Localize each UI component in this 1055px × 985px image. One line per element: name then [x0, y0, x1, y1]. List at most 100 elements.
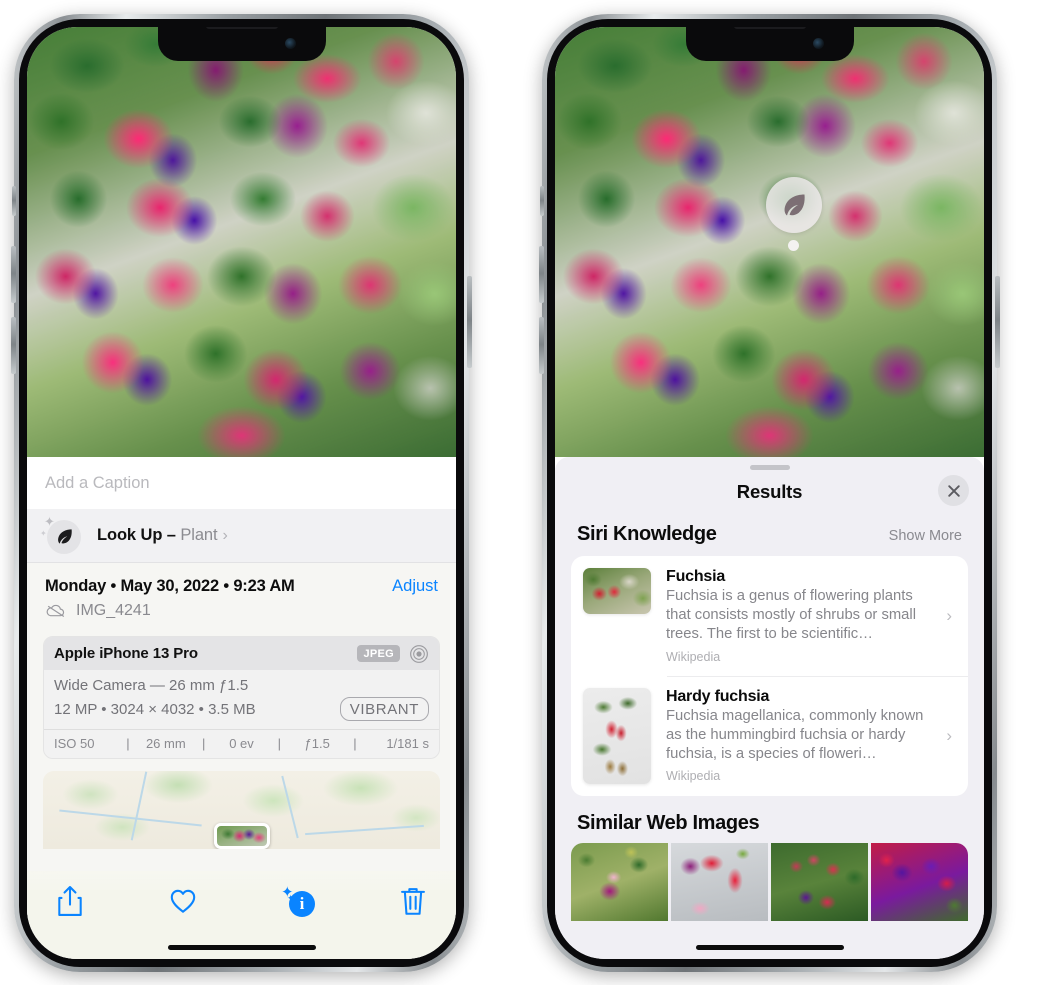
photo-info-sheet: Add a Caption ✦ ✦ Look Up – Plant › Mond… — [27, 457, 456, 959]
sparkle-small-icon: ✦ — [40, 528, 47, 538]
icloud-slash-icon — [46, 604, 65, 617]
exif-focal: 26 mm — [145, 736, 186, 751]
right-phone: Results Siri Knowledge Show More Fuchsia… — [539, 14, 1000, 972]
right-screen: Results Siri Knowledge Show More Fuchsia… — [555, 27, 984, 959]
visual-lookup-badge[interactable] — [766, 177, 822, 233]
camera-card-header: Apple iPhone 13 Pro JPEG — [44, 637, 439, 670]
knowledge-thumbnail — [583, 568, 651, 614]
photo-viewer[interactable] — [27, 27, 456, 457]
knowledge-body: Fuchsia Fuchsia is a genus of flowering … — [666, 568, 944, 664]
show-more-button[interactable]: Show More — [889, 528, 962, 544]
look-up-row[interactable]: ✦ ✦ Look Up – Plant › — [27, 509, 456, 563]
results-title: Results — [736, 481, 803, 502]
power-button[interactable] — [467, 276, 472, 368]
camera-model: Apple iPhone 13 Pro — [54, 645, 198, 662]
notch — [685, 27, 854, 61]
caption-placeholder: Add a Caption — [45, 473, 150, 492]
power-button[interactable] — [995, 276, 1000, 368]
web-image-thumbnail[interactable] — [771, 842, 868, 921]
knowledge-title: Hardy fuchsia — [666, 687, 770, 705]
knowledge-description: Fuchsia magellanica, commonly known as t… — [666, 707, 924, 763]
info-button[interactable]: ✦ ✦ i — [281, 884, 315, 918]
list-item[interactable]: Fuchsia Fuchsia is a genus of flowering … — [571, 556, 968, 676]
look-up-label: Look Up – Plant — [97, 526, 218, 545]
knowledge-description: Fuchsia is a genus of flowering plants t… — [666, 588, 916, 643]
volume-down-button[interactable] — [11, 317, 16, 374]
web-image-thumbnail[interactable] — [871, 842, 968, 921]
photographic-style-badge: VIBRANT — [339, 697, 429, 721]
similar-web-images-header: Similar Web Images — [555, 796, 984, 843]
trash-icon — [401, 888, 425, 915]
camera-info-card[interactable]: Apple iPhone 13 Pro JPEG Wide Camera — 2… — [43, 636, 440, 759]
info-icon: i — [289, 891, 315, 917]
close-icon — [947, 484, 960, 497]
photo-filename: IMG_4241 — [76, 602, 151, 619]
volume-up-button[interactable] — [11, 246, 16, 303]
web-image-thumbnail[interactable] — [671, 842, 768, 921]
left-phone: Add a Caption ✦ ✦ Look Up – Plant › Mond… — [11, 14, 472, 972]
results-sheet: Results Siri Knowledge Show More Fuchsia… — [555, 457, 984, 959]
caption-input[interactable]: Add a Caption — [27, 457, 456, 509]
home-indicator[interactable] — [167, 944, 316, 950]
close-button[interactable] — [938, 475, 969, 506]
map-path — [281, 775, 299, 839]
results-header: Results — [555, 470, 984, 514]
map-photo-pin[interactable] — [213, 823, 270, 849]
similar-web-images-row — [571, 842, 968, 921]
share-button[interactable] — [55, 884, 85, 918]
left-screen: Add a Caption ✦ ✦ Look Up – Plant › Mond… — [27, 27, 456, 959]
visual-lookup-anchor-dot — [788, 240, 799, 251]
exif-ev: 0 ev — [229, 736, 254, 751]
chevron-right-icon: › — [946, 605, 952, 625]
map-path — [131, 771, 148, 841]
photo-date: Monday • May 30, 2022 • 9:23 AM — [45, 577, 295, 595]
volume-up-button[interactable] — [539, 246, 544, 303]
format-badge: JPEG — [357, 645, 400, 662]
siri-knowledge-title: Siri Knowledge — [577, 523, 717, 545]
exif-shutter: 1/181 s — [386, 736, 429, 751]
earpiece-speaker — [205, 27, 278, 29]
chevron-right-icon: › — [946, 725, 952, 745]
leaf-icon — [47, 519, 81, 554]
front-camera-icon — [284, 38, 296, 49]
web-image-thumbnail[interactable] — [571, 842, 668, 921]
lookup-icon-group: ✦ ✦ — [40, 514, 85, 556]
lens-info: Wide Camera — 26 mm ƒ1.5 — [54, 677, 249, 694]
photo-metadata: Monday • May 30, 2022 • 9:23 AM Adjust I… — [27, 563, 456, 630]
look-up-title: Look Up – — [97, 526, 176, 544]
home-indicator[interactable] — [695, 944, 844, 950]
knowledge-thumbnail — [583, 687, 651, 784]
similar-web-images-title: Similar Web Images — [577, 811, 760, 834]
heart-icon — [170, 889, 196, 913]
exif-aperture: ƒ1.5 — [304, 736, 330, 751]
metadata-file-row: IMG_4241 — [45, 602, 438, 620]
location-map[interactable] — [43, 771, 440, 849]
notch — [157, 27, 326, 61]
adjust-button[interactable]: Adjust — [392, 577, 438, 596]
exif-iso: ISO 50 — [54, 736, 95, 751]
metadata-date-row: Monday • May 30, 2022 • 9:23 AM Adjust — [45, 577, 438, 596]
favorite-button[interactable] — [168, 884, 198, 918]
mute-switch[interactable] — [12, 186, 16, 216]
camera-card-body: Wide Camera — 26 mm ƒ1.5 12 MP • 3024 × … — [44, 670, 439, 729]
knowledge-title: Fuchsia — [666, 568, 726, 585]
map-path — [59, 809, 202, 827]
delete-button[interactable] — [398, 884, 428, 918]
look-up-subject: Plant — [180, 526, 218, 544]
chevron-right-icon: › — [222, 526, 228, 544]
siri-knowledge-list: Fuchsia Fuchsia is a genus of flowering … — [571, 556, 968, 796]
knowledge-source: Wikipedia — [666, 649, 721, 664]
map-path — [305, 824, 425, 836]
file-specs: 12 MP • 3024 × 4032 • 3.5 MB — [54, 700, 256, 718]
file-specs-row: 12 MP • 3024 × 4032 • 3.5 MB VIBRANT — [54, 697, 429, 721]
knowledge-source: Wikipedia — [666, 769, 721, 784]
volume-down-button[interactable] — [539, 317, 544, 374]
list-item[interactable]: Hardy fuchsia Fuchsia magellanica, commo… — [571, 675, 968, 796]
photo-viewer[interactable] — [555, 27, 984, 457]
share-icon — [58, 886, 82, 916]
front-camera-icon — [812, 38, 824, 49]
mute-switch[interactable] — [540, 186, 544, 216]
exif-row: ISO 50 | 26 mm | 0 ev | ƒ1.5 | 1/181 s — [44, 729, 439, 758]
earpiece-speaker — [733, 27, 806, 29]
leaf-icon — [784, 194, 805, 216]
